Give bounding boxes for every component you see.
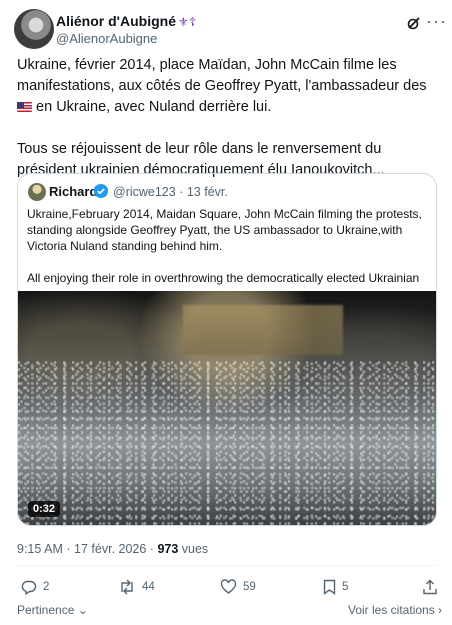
video-player[interactable]: 0:32 bbox=[18, 291, 436, 525]
quoted-separator: · bbox=[179, 185, 184, 199]
quoted-author-name[interactable]: Richard bbox=[49, 184, 97, 199]
chevron-down-icon: ⌄ bbox=[74, 603, 88, 617]
tweet-paragraph-1: Ukraine, février 2014, place Maïdan, Joh… bbox=[17, 55, 437, 118]
author-avatar[interactable] bbox=[14, 9, 54, 49]
repost-count: 44 bbox=[142, 581, 155, 593]
tweet-time[interactable]: 9:15 AM bbox=[17, 542, 63, 556]
share-icon bbox=[423, 579, 437, 595]
view-quotes-link[interactable]: Voir les citations › bbox=[348, 603, 442, 617]
bookmark-button[interactable]: 5 bbox=[323, 579, 348, 595]
repost-button[interactable]: 44 bbox=[118, 579, 155, 595]
video-crowd bbox=[18, 361, 436, 525]
quoted-meta: @ricwe123 · 13 févr. bbox=[113, 185, 228, 199]
verified-badge-icon bbox=[94, 184, 108, 198]
like-count: 59 bbox=[243, 581, 256, 593]
like-button[interactable]: 59 bbox=[220, 579, 256, 595]
video-duration-badge: 0:32 bbox=[28, 501, 61, 517]
name-emoji: ⚜☦ bbox=[178, 15, 197, 29]
time-separator: · bbox=[66, 542, 71, 556]
quoted-paragraph-1: Ukraine,February 2014, Maidan Square, Jo… bbox=[27, 207, 422, 253]
author-name-text[interactable]: Aliénor d'Aubigné bbox=[56, 13, 176, 29]
tweet-text: Ukraine, février 2014, place Maïdan, Joh… bbox=[17, 55, 437, 181]
tweet-date[interactable]: 17 févr. 2026 bbox=[74, 542, 146, 556]
quoted-text: Ukraine,February 2014, Maidan Square, Jo… bbox=[27, 206, 425, 302]
quoted-author-avatar[interactable] bbox=[28, 183, 46, 201]
grok-icon[interactable] bbox=[405, 14, 423, 32]
reply-icon bbox=[21, 580, 37, 595]
repost-icon bbox=[121, 579, 133, 595]
views-separator: · bbox=[149, 542, 154, 556]
views-label: vues bbox=[181, 542, 209, 556]
reply-button[interactable]: 2 bbox=[21, 579, 49, 595]
views-count: 973 bbox=[157, 542, 179, 556]
tweet-timestamp: 9:15 AM · 17 févr. 2026 · 973 vues bbox=[17, 542, 208, 556]
divider bbox=[17, 565, 437, 566]
tweet-paragraph-1-start: Ukraine, février 2014, place Maïdan, Joh… bbox=[17, 57, 427, 94]
author-name[interactable]: Aliénor d'Aubigné ⚜☦ bbox=[56, 13, 197, 29]
quoted-tweet[interactable]: Richard @ricwe123 · 13 févr. Ukraine,Feb… bbox=[17, 173, 437, 526]
bookmark-icon bbox=[323, 579, 336, 595]
us-flag-icon bbox=[17, 102, 32, 112]
heart-icon bbox=[220, 579, 237, 594]
quoted-handle[interactable]: @ricwe123 bbox=[113, 185, 176, 199]
quoted-date[interactable]: 13 févr. bbox=[187, 185, 228, 199]
chevron-right-icon: › bbox=[434, 603, 443, 617]
reply-count: 2 bbox=[43, 581, 50, 593]
bookmark-count: 5 bbox=[342, 581, 349, 593]
view-quotes-label: Voir les citations bbox=[348, 603, 435, 617]
video-building bbox=[183, 305, 343, 355]
author-handle[interactable]: @AlienorAubigne bbox=[56, 31, 157, 46]
relevance-label: Pertinence bbox=[17, 603, 75, 617]
share-button[interactable] bbox=[422, 579, 438, 595]
tweet-paragraph-1-end: en Ukraine, avec Nuland derrière lui. bbox=[36, 99, 272, 115]
more-options-icon[interactable]: ··· bbox=[426, 12, 447, 30]
relevance-dropdown[interactable]: Pertinence ⌄ bbox=[17, 603, 88, 617]
